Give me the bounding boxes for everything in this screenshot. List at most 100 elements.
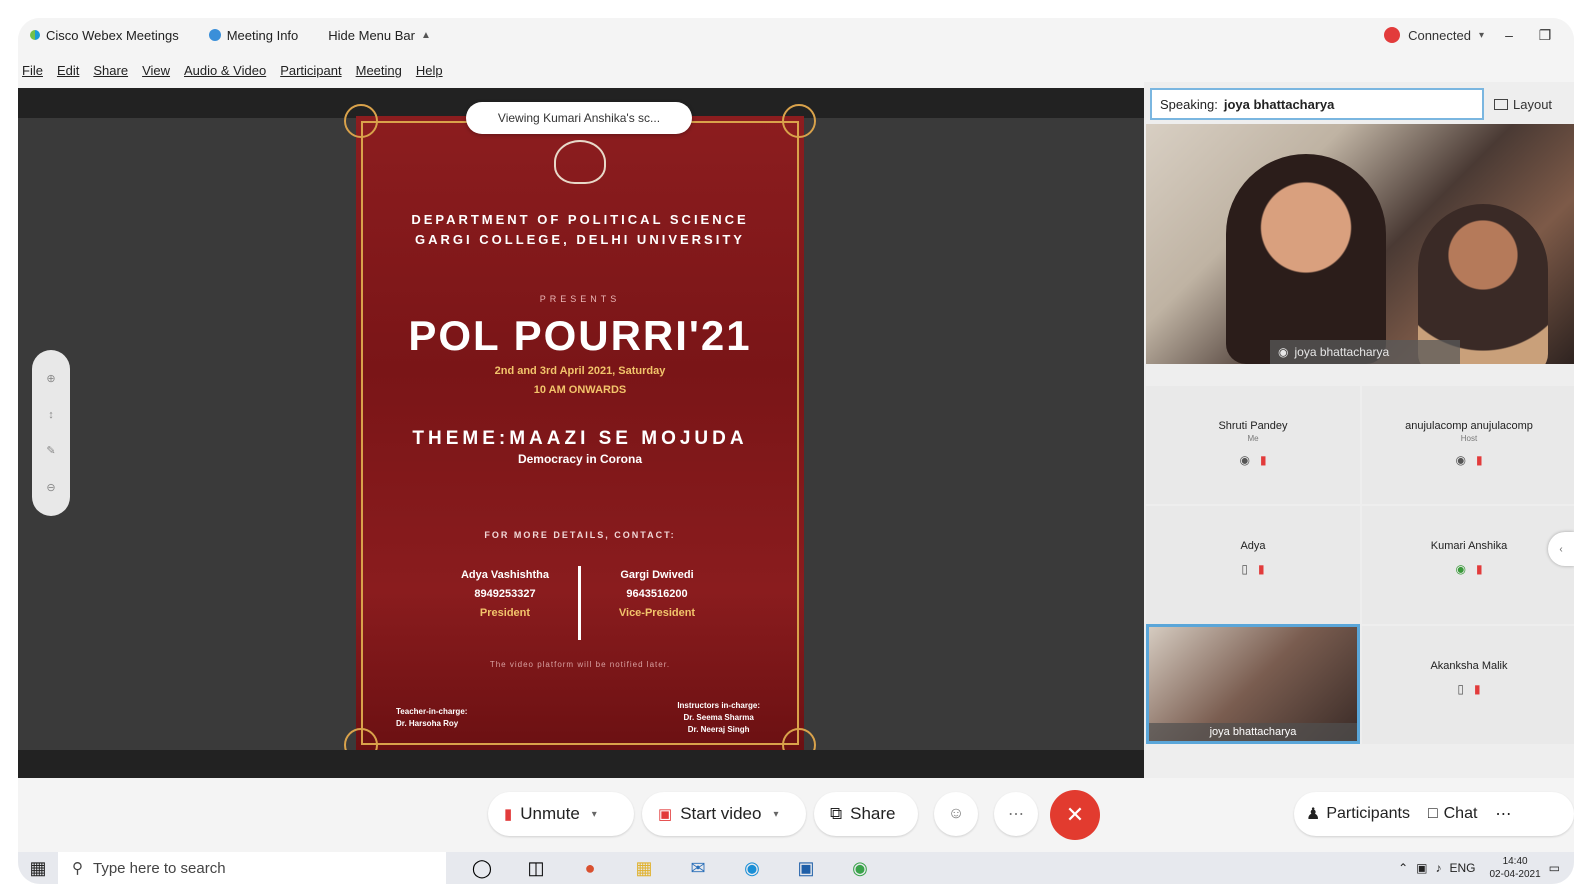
- contact-name: Gargi Dwivedi: [620, 569, 694, 581]
- participant-status: ◉ ▮: [1362, 453, 1574, 467]
- more-panels-icon[interactable]: ⋯: [1495, 804, 1511, 824]
- unmute-label: Unmute: [520, 804, 580, 823]
- date-line-1: 2nd and 3rd April 2021, Saturday: [494, 365, 666, 377]
- meeting-info-button[interactable]: Meeting Info: [208, 28, 298, 43]
- date-line-2: 10 AM ONWARDS: [533, 384, 627, 396]
- webex-taskbar-icon[interactable]: ◉: [846, 858, 874, 879]
- self-video-thumbnail[interactable]: joya bhattacharya: [1146, 624, 1360, 744]
- menu-help[interactable]: Help: [416, 63, 443, 78]
- file-explorer-icon[interactable]: ▦: [630, 858, 658, 879]
- webex-window: Cisco Webex Meetings Meeting Info Hide M…: [18, 18, 1574, 884]
- participant-status: ▯ ▮: [1362, 682, 1574, 696]
- instructor-name: Dr. Seema Sharma: [683, 713, 754, 722]
- system-clock[interactable]: 14:40 02-04-2021: [1490, 855, 1541, 881]
- contact-divider: [578, 566, 581, 640]
- participant-name: Akanksha Malik: [1430, 660, 1508, 672]
- connection-icon: [1384, 27, 1401, 43]
- menu-audio-video[interactable]: Audio & Video: [184, 63, 266, 78]
- instructor-name: Dr. Neeraj Singh: [687, 725, 750, 734]
- chevron-down-icon[interactable]: ▾: [773, 809, 778, 820]
- task-view-icon[interactable]: ◫: [522, 858, 550, 879]
- participants-label: Participants: [1326, 805, 1410, 822]
- layout-label: Layout: [1513, 96, 1553, 112]
- menu-file[interactable]: File: [22, 63, 43, 78]
- panel-toggle-group: ♟ Participants □ Chat ⋯: [1294, 792, 1574, 836]
- mic-muted-icon: ▮: [1474, 682, 1481, 696]
- language-indicator[interactable]: ENG: [1449, 861, 1475, 875]
- unmute-button[interactable]: ▮ Unmute ▾: [488, 792, 634, 836]
- dept-line-1: DEPARTMENT OF POLITICAL SCIENCE: [411, 212, 749, 227]
- mic-muted-icon: ▮: [1258, 562, 1265, 576]
- poster-contact-header: FOR MORE DETAILS, CONTACT:: [484, 530, 676, 540]
- participant-name: anujulacomp anujulacomp: [1405, 420, 1533, 432]
- mic-muted-icon: ▮: [1475, 562, 1483, 576]
- layout-button[interactable]: Layout: [1494, 90, 1552, 118]
- participant-tile[interactable]: anujulacomp anujulacomp Host ◉ ▮: [1362, 386, 1574, 504]
- mic-icon: ◉: [1278, 345, 1289, 359]
- participants-button[interactable]: ♟ Participants: [1306, 804, 1410, 824]
- minimize-icon[interactable]: –: [1498, 27, 1520, 43]
- phone-icon: ▯: [1241, 562, 1248, 576]
- menu-edit[interactable]: Edit: [57, 63, 79, 78]
- event-poster: DEPARTMENT OF POLITICAL SCIENCE GARGI CO…: [344, 104, 816, 762]
- menu-participant[interactable]: Participant: [280, 63, 341, 78]
- search-placeholder: Type here to search: [93, 859, 226, 877]
- chat-label: Chat: [1443, 805, 1478, 822]
- menu-view[interactable]: View: [142, 63, 170, 78]
- zoom-fit-icon[interactable]: ↕: [48, 409, 54, 421]
- store-icon[interactable]: ▣: [792, 858, 820, 879]
- participant-status: ◉ ▮: [1146, 453, 1360, 467]
- video-name: joya bhattacharya: [1294, 345, 1390, 359]
- contact-phone: 9643516200: [626, 588, 688, 600]
- cortana-icon[interactable]: ◯: [468, 858, 496, 879]
- more-options-icon[interactable]: ⋯: [994, 792, 1038, 836]
- volume-icon[interactable]: ♪: [1435, 861, 1441, 875]
- video-status-icon: ◉: [1455, 453, 1466, 467]
- menu-bar: File Edit Share View Audio & Video Parti…: [18, 58, 443, 82]
- contact-vice-president: Gargi Dwivedi 9643516200 Vice-President: [582, 566, 732, 623]
- zoom-controls: ⊕ ↕ ✎ ⊖: [32, 350, 70, 516]
- tray-chevron-icon[interactable]: ⌃: [1398, 861, 1408, 875]
- collapse-panel-icon[interactable]: ‹: [1548, 532, 1574, 566]
- taskbar-search-input[interactable]: ⚲ Type here to search: [58, 852, 446, 884]
- end-meeting-button[interactable]: ✕: [1050, 790, 1100, 840]
- restore-icon[interactable]: ❐: [1534, 27, 1556, 44]
- participant-name: Kumari Anshika: [1430, 540, 1508, 552]
- reactions-icon[interactable]: ☺: [934, 792, 978, 836]
- contact-role: Vice-President: [618, 607, 696, 619]
- participant-tile[interactable]: Akanksha Malik ▯ ▮: [1362, 626, 1574, 744]
- viewing-indicator[interactable]: Viewing Kumari Anshika's sc...: [466, 102, 692, 134]
- pinned-apps: ◯ ◫ ● ▦ ✉ ◉ ▣ ◉: [468, 858, 874, 879]
- participant-role: Me: [1247, 434, 1259, 443]
- start-video-label: Start video: [680, 804, 762, 823]
- start-video-button[interactable]: ▣ Start video ▾: [642, 792, 806, 836]
- video-off-icon: ▣: [658, 806, 673, 823]
- edge-icon[interactable]: ◉: [738, 858, 766, 879]
- zoom-in-icon[interactable]: ⊕: [46, 372, 55, 385]
- phone-icon: ▯: [1457, 682, 1464, 696]
- notifications-icon[interactable]: ▭: [1549, 861, 1560, 875]
- chat-button[interactable]: □ Chat: [1428, 805, 1477, 823]
- windows-start-icon[interactable]: ▦: [18, 858, 58, 879]
- annotate-icon[interactable]: ✎: [46, 444, 55, 457]
- share-icon: ⧉: [830, 804, 843, 823]
- mail-icon[interactable]: ✉: [684, 858, 712, 879]
- menu-share[interactable]: Share: [93, 63, 128, 78]
- share-button[interactable]: ⧉ Share: [814, 792, 918, 836]
- zoom-out-icon[interactable]: ⊖: [46, 481, 55, 494]
- chrome-icon[interactable]: ●: [576, 858, 604, 879]
- network-icon[interactable]: ▣: [1416, 861, 1427, 875]
- poster-note: The video platform will be notified late…: [489, 660, 671, 669]
- participant-name: Adya: [1240, 540, 1266, 552]
- menu-meeting[interactable]: Meeting: [356, 63, 402, 78]
- participant-tile[interactable]: Shruti Pandey Me ◉ ▮: [1146, 386, 1360, 504]
- participant-tile[interactable]: Adya ▯ ▮: [1146, 506, 1360, 624]
- clock-date: 02-04-2021: [1489, 869, 1541, 880]
- participant-tile[interactable]: Kumari Anshika ◉ ▮: [1362, 506, 1574, 624]
- poster-teacher: Teacher-in-charge: Dr. Harsoha Roy: [396, 706, 467, 730]
- participant-status: ▯ ▮: [1146, 562, 1360, 576]
- active-speaker-video[interactable]: ◉ joya bhattacharya: [1146, 124, 1574, 364]
- chevron-down-icon[interactable]: ▾: [592, 809, 597, 820]
- connection-status[interactable]: Connected ▾: [1384, 27, 1484, 43]
- hide-menu-bar-button[interactable]: Hide Menu Bar ▲: [328, 28, 431, 43]
